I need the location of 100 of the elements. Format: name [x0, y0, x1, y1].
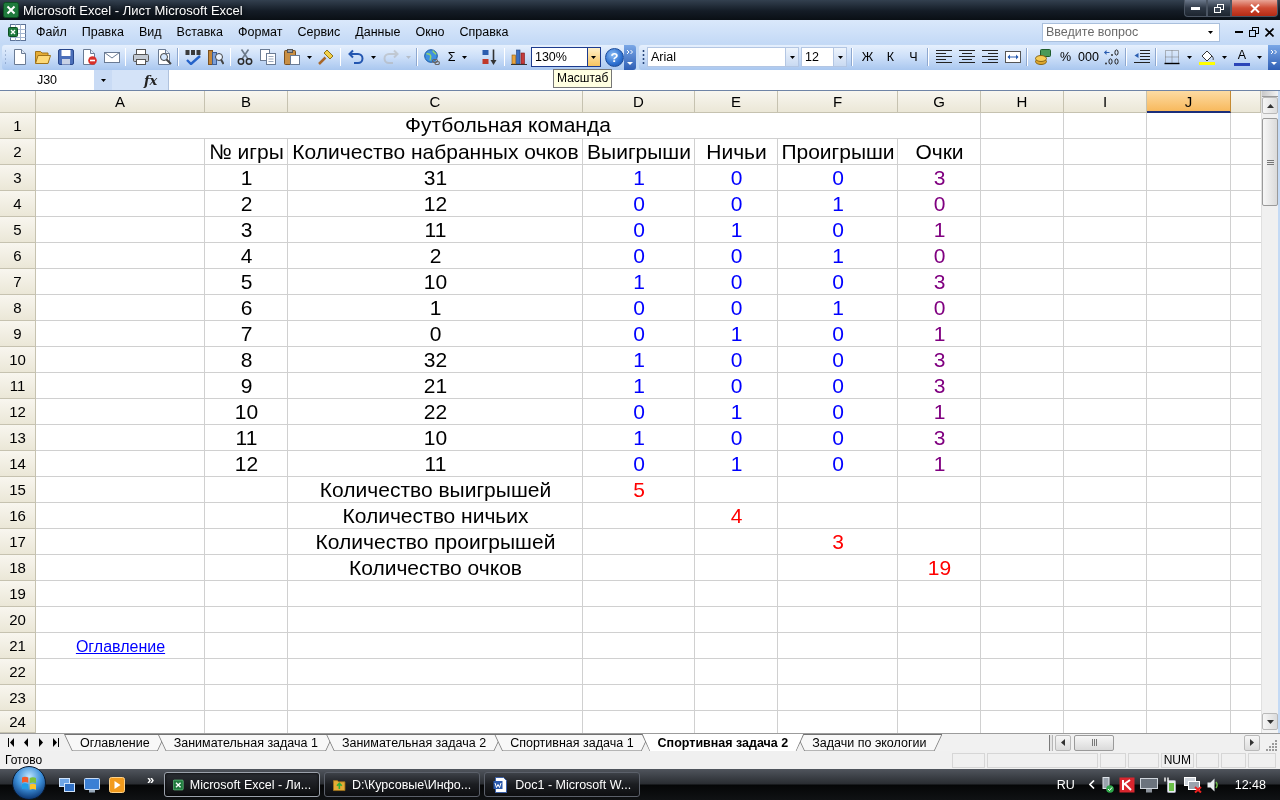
row-header[interactable]: 1	[0, 113, 36, 139]
row-header[interactable]: 7	[0, 269, 36, 295]
menu-item[interactable]: Файл	[29, 22, 74, 42]
split-handle[interactable]	[1262, 91, 1278, 97]
left-arrow-icon	[1061, 739, 1065, 746]
tooltip: Масштаб	[553, 68, 613, 88]
taskbar-button[interactable]: D:\Курсовые\Инфо...	[324, 772, 481, 797]
sheet-link[interactable]: Оглавление	[75, 638, 166, 656]
left-triangle-icon	[22, 738, 29, 747]
menu-item[interactable]: Вставка	[169, 22, 231, 42]
scroll-left-button[interactable]	[1055, 734, 1071, 751]
sheet-cell-text: 0	[831, 399, 845, 425]
formula-field[interactable]	[168, 70, 1280, 90]
menu-item[interactable]: Формат	[231, 22, 290, 42]
dropdown-button[interactable]	[94, 70, 112, 90]
italic-button[interactable]: К	[879, 46, 902, 68]
row-header[interactable]: 9	[0, 321, 36, 347]
caret-icon	[591, 55, 597, 59]
monitor-icon	[84, 776, 100, 793]
row-header[interactable]: 22	[0, 659, 36, 685]
row-header[interactable]: 3	[0, 165, 36, 191]
split-handle[interactable]	[1049, 734, 1053, 751]
menu-item[interactable]: Справка	[452, 22, 516, 42]
menu-item[interactable]: Вид	[131, 22, 169, 42]
insert-function-button[interactable]: fx	[112, 70, 168, 90]
more-button[interactable]: »	[143, 772, 159, 787]
size-field[interactable]: 12	[801, 47, 833, 67]
sheet-cell-text: 0	[632, 399, 646, 425]
font-color-button[interactable]: A	[1230, 46, 1265, 68]
row-header[interactable]: 20	[0, 607, 36, 633]
start-button[interactable]	[12, 766, 46, 800]
scroll-thumb[interactable]	[1074, 734, 1114, 751]
menu-item[interactable]: Правка	[74, 22, 131, 42]
sheet-cell-text: Количество набранных очков	[291, 139, 580, 165]
scroll-thumb[interactable]	[1262, 118, 1278, 206]
row-header[interactable]: 23	[0, 685, 36, 711]
sheet-cell-text: 6	[239, 295, 254, 321]
row-header[interactable]: 19	[0, 581, 36, 607]
printer-icon	[132, 49, 149, 65]
spreadsheet-icon	[173, 776, 184, 793]
column-header[interactable]: E	[695, 91, 778, 113]
row-header[interactable]: 17	[0, 529, 36, 555]
font-field[interactable]: Arial	[647, 47, 785, 67]
row-header[interactable]: 5	[0, 217, 36, 243]
toolbar-grip[interactable]	[642, 48, 645, 66]
name-box[interactable]: J30	[0, 70, 94, 90]
coins-banknote-icon	[1034, 49, 1051, 65]
menu-item[interactable]: Данные	[348, 22, 408, 42]
row-header[interactable]: 21	[0, 633, 36, 659]
underline-button[interactable]: Ч	[902, 46, 925, 68]
row-header[interactable]: 2	[0, 139, 36, 165]
sum-button[interactable]: Σ	[443, 46, 479, 68]
sheet-tab[interactable]: Спортивная задача 2	[641, 734, 805, 751]
close-button[interactable]	[1231, 0, 1278, 17]
column-header[interactable]: C	[288, 91, 583, 113]
percent-button[interactable]: %	[1054, 46, 1077, 68]
menu-item[interactable]: Окно	[408, 22, 452, 42]
toolbar-options-button[interactable]	[624, 44, 636, 70]
zoom-field[interactable]: 130%	[530, 47, 587, 67]
taskbar-button[interactable]: Doc1 - Microsoft W...	[484, 772, 641, 797]
row-header[interactable]: 15	[0, 477, 36, 503]
sheet-cell-text: 0	[729, 373, 744, 399]
scroll-down-button[interactable]	[1262, 713, 1278, 730]
scroll-up-button[interactable]	[1262, 97, 1278, 114]
row-header[interactable]: 11	[0, 373, 36, 399]
column-header[interactable]: H	[981, 91, 1064, 113]
restore-button[interactable]	[1207, 0, 1231, 17]
horizontal-scrollbar[interactable]	[1049, 734, 1260, 751]
column-header[interactable]: F	[778, 91, 898, 113]
vertical-scrollbar[interactable]	[1261, 91, 1278, 733]
row-header[interactable]: 8	[0, 295, 36, 321]
sheet-cell-text: 12	[233, 451, 260, 477]
thousands-button[interactable]: 000	[1077, 46, 1100, 68]
row-header[interactable]: 24	[0, 711, 36, 733]
window-title: Microsoft Excel - Лист Microsoft Excel	[23, 2, 244, 18]
taskbar-button[interactable]: Microsoft Excel - Ли...	[164, 772, 321, 797]
row-header[interactable]: 18	[0, 555, 36, 581]
row-header[interactable]: 16	[0, 503, 36, 529]
restore-button[interactable]	[1247, 24, 1261, 40]
column-header[interactable]: G	[898, 91, 981, 113]
column-header[interactable]: J	[1147, 91, 1231, 113]
row-header[interactable]: 14	[0, 451, 36, 477]
column-header[interactable]: D	[583, 91, 695, 113]
column-header[interactable]: I	[1064, 91, 1147, 113]
row-header[interactable]: 12	[0, 399, 36, 425]
row-header[interactable]: 6	[0, 243, 36, 269]
minimize-icon	[1191, 6, 1200, 10]
sheet-cell-text: Количество выигрышей	[318, 477, 553, 503]
row-header[interactable]: 10	[0, 347, 36, 373]
bold-button[interactable]: Ж	[856, 46, 879, 68]
column-header[interactable]: A	[36, 91, 205, 113]
row-header[interactable]: 4	[0, 191, 36, 217]
language-indicator[interactable]: RU	[1056, 777, 1075, 792]
minimize-button[interactable]	[1184, 0, 1207, 17]
sheet-cell-text: 0	[932, 295, 947, 321]
toolbar-options-button[interactable]	[1268, 44, 1280, 70]
column-header[interactable]: B	[205, 91, 288, 113]
scroll-right-button[interactable]	[1244, 734, 1260, 751]
menu-item[interactable]: Сервис	[290, 22, 348, 42]
row-header[interactable]: 13	[0, 425, 36, 451]
